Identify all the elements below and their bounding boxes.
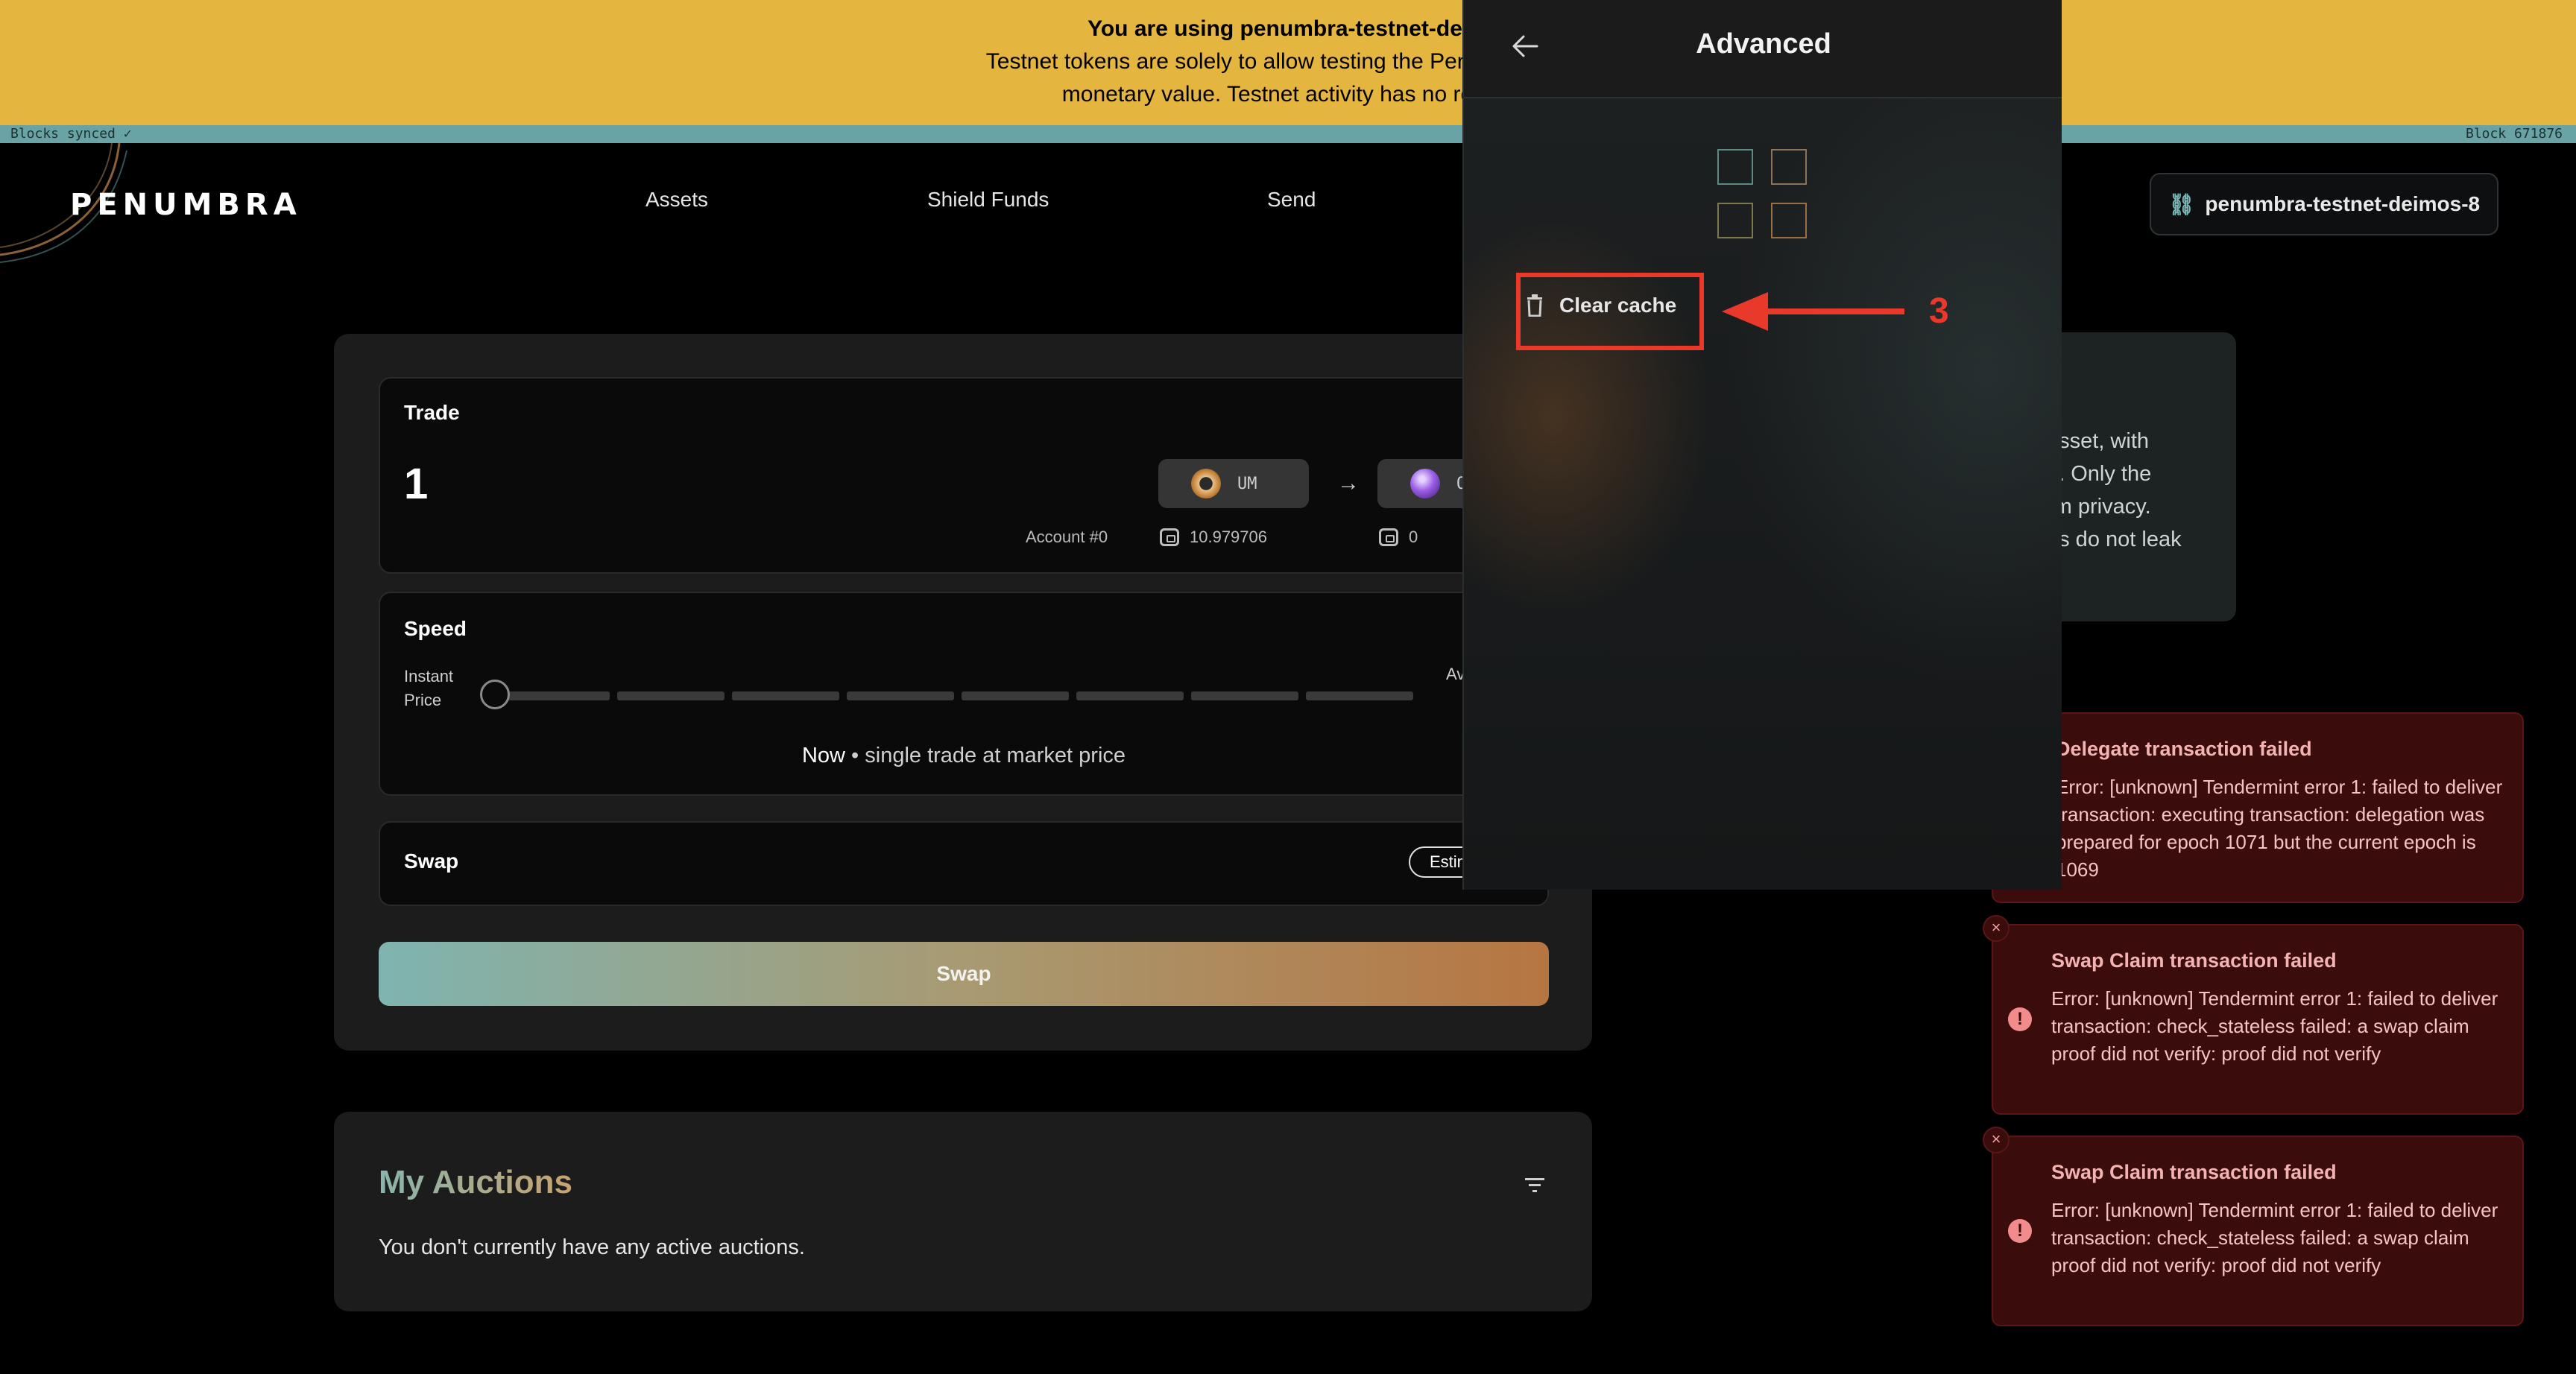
speed-slider-knob[interactable]: [480, 680, 510, 709]
annotation-arrow: [1722, 292, 1904, 331]
speed-slider-segment[interactable]: [1191, 691, 1298, 700]
swap-button[interactable]: Swap: [379, 942, 1549, 1006]
speed-desc-strong: Now: [801, 744, 845, 767]
banner-line-2: Testnet tokens are solely to allow testi…: [985, 49, 1591, 74]
speed-slider-segment[interactable]: [1076, 691, 1184, 700]
swap-summary-title: Swap: [404, 849, 459, 873]
link-icon: ⛓: [2168, 192, 2195, 216]
toast-title: Swap Claim transaction failed: [2051, 1161, 2337, 1183]
speed-left-label: Instant Price: [404, 665, 453, 712]
sync-status-bar: Blocks synced ✓ Block 671876: [0, 125, 2576, 143]
speed-label-price: Price: [404, 691, 442, 709]
grid-square-icon: [1771, 149, 1807, 185]
nav-send[interactable]: Send: [1267, 188, 1316, 212]
speed-slider-segment[interactable]: [962, 691, 1069, 700]
blocks-synced-label: Blocks synced ✓: [10, 126, 132, 142]
grid-square-icon: [1717, 149, 1753, 185]
speed-slider-segment[interactable]: [1306, 691, 1413, 700]
error-icon: !: [2008, 1219, 2032, 1243]
speed-label-instant: Instant: [404, 667, 454, 686]
close-icon[interactable]: ×: [1983, 915, 2010, 942]
speed-panel: Speed Instant Price Av Now • single trad…: [379, 592, 1549, 796]
toast-body: Error: [unknown] Tendermint error 1: fai…: [2056, 776, 2503, 881]
speed-slider-segment[interactable]: [502, 691, 610, 700]
from-token-symbol: UM: [1237, 474, 1257, 493]
swap-card: Trade 1 UM → OS Account #0 10.979706 0 S…: [334, 334, 1592, 1051]
wallet-icon: [1379, 528, 1398, 546]
chain-name: penumbra-testnet-deimos-8: [2205, 192, 2481, 215]
block-height-label: Block 671876: [2465, 126, 2563, 142]
speed-description: Now • single trade at market price: [380, 744, 1547, 768]
trade-panel: Trade 1 UM → OS Account #0 10.979706 0: [379, 377, 1549, 574]
speed-desc-rest: • single trade at market price: [845, 744, 1126, 767]
toast-body: Error: [unknown] Tendermint error 1: fai…: [2051, 1199, 2498, 1276]
my-auctions-card: My Auctions You don't currently have any…: [334, 1112, 1592, 1311]
chain-selector-button[interactable]: ⛓ penumbra-testnet-deimos-8: [2150, 173, 2498, 235]
popup-header: Advanced: [1464, 0, 2062, 98]
toast-title: Delegate transaction failed: [2056, 738, 2312, 760]
swap-summary-panel: Swap Estim: [379, 821, 1549, 906]
arrow-right-icon: →: [1337, 471, 1360, 496]
toast-swap-claim-failed: × ! Swap Claim transaction failed Error:…: [1983, 1127, 2524, 1326]
trade-amount-input[interactable]: 1: [404, 459, 428, 509]
speed-title: Speed: [404, 617, 467, 640]
auctions-empty-message: You don't currently have any active auct…: [379, 1235, 805, 1259]
testnet-warning-banner: You are using penumbra-testnet-deim Test…: [0, 0, 2576, 125]
grid-square-icon: [1771, 203, 1807, 238]
filter-icon[interactable]: [1524, 1176, 1546, 1195]
auctions-title: My Auctions: [379, 1164, 572, 1200]
banner-line-3: monetary value. Testnet activity has no …: [1061, 82, 1515, 107]
toast-delegate-failed: Delegate transaction failed Error: [unkn…: [1992, 712, 2524, 903]
from-token-selector[interactable]: UM: [1158, 459, 1309, 508]
toast-body: Error: [unknown] Tendermint error 1: fai…: [2051, 987, 2498, 1065]
error-icon: !: [2008, 1007, 2032, 1031]
annotation-highlight-box: [1516, 273, 1704, 350]
nav-shield-funds[interactable]: Shield Funds: [927, 188, 1049, 212]
popup-background: [1464, 0, 2062, 890]
speed-slider-segment[interactable]: [847, 691, 954, 700]
advanced-popup: Advanced Clear cache: [1462, 0, 2062, 890]
toast-swap-claim-failed: × ! Swap Claim transaction failed Error:…: [1983, 915, 2524, 1115]
to-balance-value: 0: [1409, 528, 1418, 546]
trade-title: Trade: [404, 401, 460, 424]
annotation-number: 3: [1929, 291, 1949, 331]
close-icon[interactable]: ×: [1983, 1127, 2010, 1153]
banner-title: You are using penumbra-testnet-deim: [1087, 16, 1489, 41]
nav-assets[interactable]: Assets: [645, 188, 708, 212]
from-balance-value: 10.979706: [1190, 528, 1267, 546]
wallet-icon: [1160, 528, 1179, 546]
um-token-icon: [1191, 469, 1221, 498]
grid-square-icon: [1717, 203, 1753, 238]
from-balance: 10.979706: [1160, 528, 1267, 547]
to-balance: 0: [1379, 528, 1418, 547]
toast-title: Swap Claim transaction failed: [2051, 949, 2337, 972]
speed-slider-segment[interactable]: [617, 691, 724, 700]
speed-slider-segment[interactable]: [732, 691, 839, 700]
account-label: Account #0: [1026, 528, 1108, 546]
info-card-text: asset, with g. Only the rm privacy. ns d…: [2047, 429, 2182, 551]
popup-title: Advanced: [1696, 28, 1831, 60]
os-token-icon: [1410, 469, 1440, 498]
penumbra-logo[interactable]: PENUMBRA: [70, 188, 302, 222]
